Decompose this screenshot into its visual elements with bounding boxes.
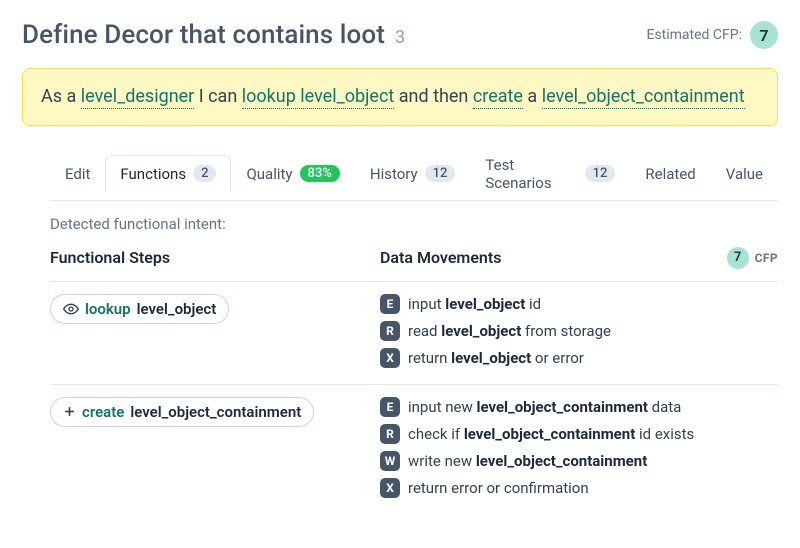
step-verb: lookup [85, 300, 131, 318]
user-story-box: As a level_designer I can lookup level_o… [22, 68, 778, 126]
cfp-mini-label: CFP [755, 251, 778, 265]
movement-type-badge: E [380, 294, 400, 314]
tab-label: History [370, 165, 418, 183]
tab-quality-badge: 83% [300, 165, 340, 182]
cfp-value-badge: 7 [750, 21, 778, 49]
tab-edit[interactable]: Edit [50, 155, 105, 192]
step-chip[interactable]: lookup level_object [50, 294, 229, 324]
story-text: and then [394, 86, 473, 107]
story-object-link[interactable]: level_object_containment [542, 86, 745, 109]
step-verb: create [82, 403, 124, 421]
step-chip[interactable]: create level_object_containment [50, 397, 314, 427]
cfp-mini-group: 7 CFP [727, 247, 778, 269]
functional-step-row: lookup level_object Einput level_object i… [50, 281, 778, 384]
movement-type-badge: X [380, 478, 400, 498]
tab-history[interactable]: History 12 [355, 155, 471, 192]
data-movement-row: Xreturn level_object or error [380, 348, 778, 368]
data-movement-row: Rread level_object from storage [380, 321, 778, 341]
plus-icon [63, 405, 76, 418]
story-text: a [523, 86, 542, 107]
tab-label: Value [726, 165, 763, 183]
data-movement-row: Einput level_object id [380, 294, 778, 314]
movement-text: return level_object or error [408, 349, 584, 367]
functional-step-row: create level_object_containment Einput ne… [50, 384, 778, 514]
tab-quality[interactable]: Quality 83% [231, 155, 354, 192]
detected-label: Detected functional intent: [50, 215, 778, 233]
column-header-steps: Functional Steps [50, 248, 380, 267]
data-movement-row: Wwrite new level_object_containment [380, 451, 778, 471]
title-count: 3 [395, 27, 405, 48]
movement-type-badge: W [380, 451, 400, 471]
tab-count-badge: 2 [193, 165, 216, 182]
step-object: level_object_containment [130, 403, 301, 421]
movement-text: return error or confirmation [408, 479, 589, 497]
movement-text: input level_object id [408, 295, 541, 313]
movement-text: check if level_object_containment id exi… [408, 425, 694, 443]
tabs-bar: Edit Functions 2 Quality 83% History 12 … [50, 146, 778, 201]
movement-type-badge: X [380, 348, 400, 368]
cfp-summary: Estimated CFP: 7 [646, 21, 778, 49]
data-movement-row: Rcheck if level_object_containment id ex… [380, 424, 778, 444]
story-role-link[interactable]: level_designer [81, 86, 195, 109]
tab-label: Related [645, 165, 695, 183]
movement-text: input new level_object_containment data [408, 398, 681, 416]
story-action2-link[interactable]: create [473, 86, 523, 109]
tab-count-badge: 12 [425, 165, 456, 182]
step-object: level_object [137, 300, 217, 318]
movement-text: read level_object from storage [408, 322, 611, 340]
tab-count-badge: 12 [585, 165, 616, 182]
data-movement-row: Einput new level_object_containment data [380, 397, 778, 417]
tab-label: Edit [65, 165, 90, 183]
story-action1-link[interactable]: lookup level_object [242, 86, 395, 109]
movement-type-badge: R [380, 424, 400, 444]
tab-label: Test Scenarios [485, 156, 577, 192]
data-movement-row: Xreturn error or confirmation [380, 478, 778, 498]
tab-value[interactable]: Value [711, 155, 778, 192]
tab-related[interactable]: Related [630, 155, 710, 192]
movement-type-badge: E [380, 397, 400, 417]
movement-text: write new level_object_containment [408, 452, 647, 470]
page-title: Define Decor that contains loot [22, 20, 385, 50]
column-header-movements: Data Movements [380, 248, 727, 267]
cfp-label: Estimated CFP: [646, 27, 742, 43]
tab-test-scenarios[interactable]: Test Scenarios 12 [470, 146, 630, 201]
cfp-mini-badge: 7 [727, 247, 749, 269]
tab-label: Functions [120, 165, 186, 183]
eye-icon [63, 301, 79, 317]
story-text: I can [194, 86, 241, 107]
movement-type-badge: R [380, 321, 400, 341]
tab-functions[interactable]: Functions 2 [105, 155, 231, 192]
tab-label: Quality [246, 165, 292, 183]
story-text: As a [41, 86, 81, 107]
